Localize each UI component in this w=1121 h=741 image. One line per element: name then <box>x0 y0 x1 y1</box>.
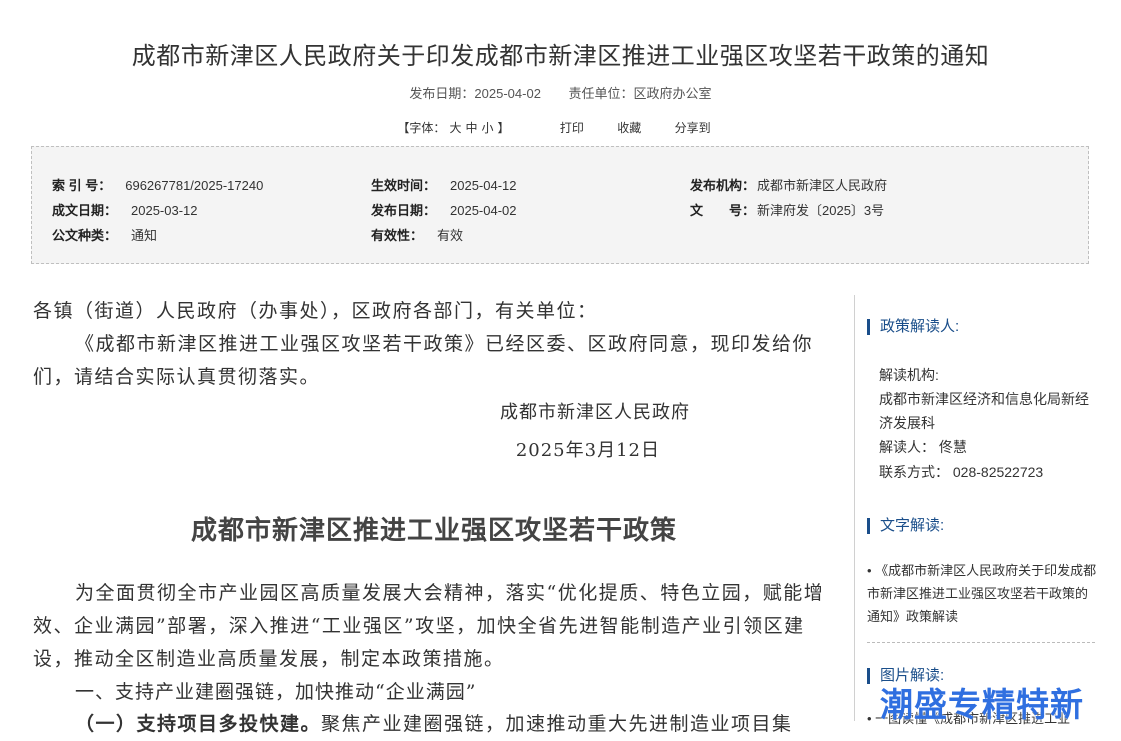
reader-org-label: 解读机构: <box>879 367 939 383</box>
salutation: 各镇（街道）人民政府（办事处），区政府各部门，有关单位： <box>33 300 598 322</box>
info-validity-label: 有效性： <box>371 228 424 243</box>
favorite-link[interactable]: 收藏 <box>617 121 641 135</box>
font-small-button[interactable]: 小 <box>481 121 493 135</box>
info-pubdate: 发布日期： 2025-04-02 <box>371 200 517 219</box>
info-docno-value: 新津府发〔2025〕3号 <box>757 203 885 218</box>
publish-date: 发布日期：2025-04-02 <box>409 86 541 101</box>
info-issuer: 发布机构： 成都市新津区人民政府 <box>690 175 887 194</box>
paragraph-intro: 为全面贯彻全市产业园区高质量发展大会精神，落实“优化提质、特色立园，赋能增效、企… <box>33 582 825 670</box>
info-written-value: 2025-03-12 <box>131 203 198 218</box>
font-label: 【字体： <box>397 121 446 135</box>
reader-org-value: 成都市新津区经济和信息化局新经济发展科 <box>879 391 1089 431</box>
subsection-1-text: 聚焦产业建圈强链，加速推动重大先进制造业项目集 <box>321 713 793 735</box>
sidebar: 政策解读人: 解读机构: 成都市新津区经济和信息化局新经济发展科 解读人： 佟慧… <box>854 295 1105 726</box>
font-medium-button[interactable]: 中 <box>465 121 477 135</box>
info-index-value: 696267781/2025-17240 <box>125 178 264 193</box>
info-written: 成文日期： 2025-03-12 <box>52 200 198 219</box>
divider <box>867 642 1095 643</box>
text-reading-link-label[interactable]: 《成都市新津区人民政府关于印发成都市新津区推进工业强区攻坚若干政策的通知》政策解… <box>867 563 1096 624</box>
share-link[interactable]: 分享到 <box>675 121 711 135</box>
paragraph-subsection-1: （一）支持项目多投快建。聚焦产业建圈强链，加速推动重大先进制造业项目集 <box>33 708 835 741</box>
responsible-unit: 责任单位：区政府办公室 <box>568 86 712 101</box>
print-link[interactable]: 打印 <box>560 121 584 135</box>
info-validity-value: 有效 <box>437 228 464 243</box>
info-effective: 生效时间： 2025-04-12 <box>371 175 517 194</box>
paragraph-notice: 《成都市新津区推进工业强区攻坚若干政策》已经区委、区政府同意，现印发给你们，请结… <box>33 333 814 388</box>
reader-person: 解读人： 佟慧 <box>879 439 967 455</box>
signature-org: 成都市新津区人民政府 <box>500 402 690 423</box>
document-info-box: 索 引 号： 696267781/2025-17240 生效时间： 2025-04-… <box>31 146 1089 264</box>
info-pubdate-value: 2025-04-02 <box>450 203 517 218</box>
signature-date: 2025年3月12日 <box>515 440 660 461</box>
watermark-logo: 潮盛专精特新 <box>880 685 1084 724</box>
info-issuer-value: 成都市新津区人民政府 <box>757 178 888 193</box>
font-large-button[interactable]: 大 <box>449 121 461 135</box>
font-size-group: 【字体：大中小】 <box>395 121 514 135</box>
info-effective-label: 生效时间： <box>371 178 437 193</box>
policy-title: 成都市新津区推进工业强区攻坚若干政策 <box>190 516 677 546</box>
info-pubdate-label: 发布日期： <box>371 203 437 218</box>
reader-contact: 联系方式： 028-82522723 <box>879 464 1044 480</box>
toolbar: 【字体：大中小】 打印 收藏 分享到 <box>0 119 1121 136</box>
info-docno: 文 号： 新津府发〔2025〕3号 <box>690 200 884 219</box>
subsection-1-heading: （一）支持项目多投快建。 <box>75 713 322 735</box>
section-heading-1: 一、支持产业建圈强链，加快推动“企业满园” <box>75 681 477 703</box>
text-reading-link[interactable]: • 《成都市新津区人民政府关于印发成都市新津区推进工业强区攻坚若干政策的通知》政… <box>867 559 1097 628</box>
meta-line: 发布日期：2025-04-02 责任单位：区政府办公室 <box>0 83 1121 102</box>
page-title: 成都市新津区人民政府关于印发成都市新津区推进工业强区攻坚若干政策的通知 <box>131 43 990 70</box>
policy-reader-heading: 政策解读人: <box>867 319 959 335</box>
info-type: 公文种类： 通知 <box>52 225 157 244</box>
info-index-label: 索 引 号： <box>52 178 112 193</box>
info-index: 索 引 号： 696267781/2025-17240 <box>52 175 263 194</box>
info-validity: 有效性： 有效 <box>371 225 463 244</box>
info-docno-label: 文 号： <box>690 203 756 218</box>
text-reading-heading: 文字解读: <box>867 518 944 534</box>
font-end: 】 <box>497 121 510 135</box>
info-type-label: 公文种类： <box>52 228 118 243</box>
document-body: 各镇（街道）人民政府（办事处），区政府各部门，有关单位： 《成都市新津区推进工业… <box>33 295 835 741</box>
info-type-value: 通知 <box>131 228 158 243</box>
info-effective-value: 2025-04-12 <box>450 178 517 193</box>
info-issuer-label: 发布机构： <box>690 178 756 193</box>
info-written-label: 成文日期： <box>52 203 118 218</box>
